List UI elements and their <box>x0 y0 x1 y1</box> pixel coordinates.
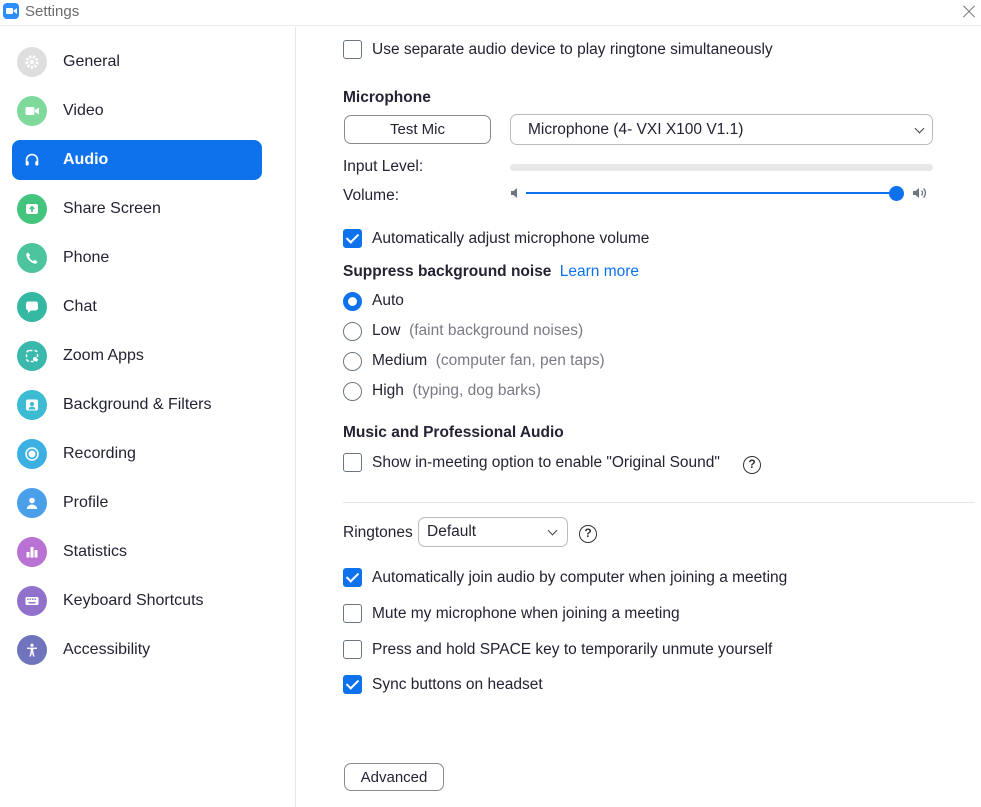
advanced-button[interactable]: Advanced <box>344 763 444 791</box>
background-icon <box>17 390 47 420</box>
volume-high-icon <box>912 186 932 200</box>
noise-medium-radio[interactable] <box>343 352 362 371</box>
microphone-device-value: Microphone (4- VXI X100 V1.1) <box>528 121 744 138</box>
sidebar-item-label: Profile <box>63 494 109 511</box>
chevron-down-icon <box>914 123 925 134</box>
sidebar-item-video[interactable]: Video <box>12 91 262 131</box>
auto-adjust-mic-label: Automatically adjust microphone volume <box>372 230 650 247</box>
sync-headset-checkbox[interactable] <box>343 675 362 694</box>
sidebar-item-accessibility[interactable]: Accessibility <box>12 630 262 670</box>
noise-low-hint: (faint background noises) <box>409 322 584 339</box>
zoom-app-icon <box>3 3 19 19</box>
noise-medium-hint: (computer fan, pen taps) <box>435 352 605 369</box>
input-level-label: Input Level: <box>343 158 424 175</box>
space-unmute-label: Press and hold SPACE key to temporarily … <box>372 641 773 658</box>
sidebar-item-recording[interactable]: Recording <box>12 434 262 474</box>
audio-settings-panel: Use separate audio device to play ringto… <box>297 27 981 807</box>
close-icon[interactable] <box>958 1 980 23</box>
help-icon[interactable]: ? <box>579 525 597 543</box>
sidebar-item-phone[interactable]: Phone <box>12 238 262 278</box>
divider <box>343 502 975 503</box>
sidebar-item-label: Phone <box>63 249 110 266</box>
noise-high-radio[interactable] <box>343 382 362 401</box>
sidebar-item-label: Share Screen <box>63 200 161 217</box>
sidebar-item-label: Background & Filters <box>63 396 212 413</box>
auto-join-audio-checkbox[interactable] <box>343 568 362 587</box>
sidebar-item-label: Recording <box>63 445 136 462</box>
separate-ringtone-checkbox[interactable] <box>343 40 362 59</box>
suppress-noise-title: Suppress background noise <box>343 263 552 280</box>
original-sound-label: Show in-meeting option to enable "Origin… <box>372 454 720 471</box>
noise-medium-label: Medium (computer fan, pen taps) <box>372 352 605 370</box>
sidebar-item-background-filters[interactable]: Background & Filters <box>12 385 262 425</box>
sidebar-item-label: Keyboard Shortcuts <box>63 592 204 609</box>
zoom-apps-icon <box>17 341 47 371</box>
ringtones-label: Ringtones <box>343 524 413 541</box>
sidebar-item-audio[interactable]: Audio <box>12 140 262 180</box>
auto-join-audio-label: Automatically join audio by computer whe… <box>372 569 788 586</box>
accessibility-icon <box>17 635 47 665</box>
profile-icon <box>17 488 47 518</box>
noise-medium-text: Medium <box>372 352 428 369</box>
chevron-down-icon <box>547 525 558 536</box>
noise-high-text: High <box>372 382 404 399</box>
suppress-noise-heading: Suppress background noise Learn more <box>343 263 639 281</box>
learn-more-link[interactable]: Learn more <box>560 263 639 280</box>
chat-icon <box>17 292 47 322</box>
input-level-meter <box>510 164 933 171</box>
sidebar-item-label: Statistics <box>63 543 128 560</box>
noise-high-label: High (typing, dog barks) <box>372 382 541 400</box>
microphone-heading: Microphone <box>343 89 431 106</box>
music-audio-heading: Music and Professional Audio <box>343 424 564 441</box>
volume-label: Volume: <box>343 187 400 204</box>
test-mic-button[interactable]: Test Mic <box>344 115 491 144</box>
sidebar-item-label: Zoom Apps <box>63 347 144 364</box>
gear-icon <box>17 47 47 77</box>
mute-on-join-checkbox[interactable] <box>343 604 362 623</box>
auto-adjust-mic-checkbox[interactable] <box>343 229 362 248</box>
sidebar-item-label: Accessibility <box>63 641 151 658</box>
share-screen-icon <box>17 194 47 224</box>
settings-sidebar: General Video Audio Share Screen Phone C… <box>0 27 296 807</box>
video-camera-icon <box>17 96 47 126</box>
volume-low-icon <box>509 186 523 200</box>
ringtones-select[interactable]: Default <box>418 517 568 547</box>
volume-slider-thumb[interactable] <box>889 186 904 201</box>
sidebar-item-label: Chat <box>63 298 97 315</box>
mute-on-join-label: Mute my microphone when joining a meetin… <box>372 605 680 622</box>
noise-auto-label: Auto <box>372 292 404 309</box>
sidebar-item-statistics[interactable]: Statistics <box>12 532 262 572</box>
ringtones-value: Default <box>427 523 477 540</box>
noise-low-text: Low <box>372 322 401 339</box>
window-title: Settings <box>25 3 80 20</box>
headphones-icon <box>17 145 47 175</box>
volume-slider-track[interactable] <box>526 192 898 194</box>
sidebar-item-label: Audio <box>63 151 109 168</box>
statistics-icon <box>17 537 47 567</box>
sidebar-item-share-screen[interactable]: Share Screen <box>12 189 262 229</box>
sidebar-item-keyboard-shortcuts[interactable]: Keyboard Shortcuts <box>12 581 262 621</box>
sync-headset-label: Sync buttons on headset <box>372 676 543 693</box>
noise-low-label: Low (faint background noises) <box>372 322 583 340</box>
original-sound-checkbox[interactable] <box>343 453 362 472</box>
sidebar-item-label: Video <box>63 102 104 119</box>
sidebar-item-label: General <box>63 53 120 70</box>
help-icon[interactable]: ? <box>743 456 761 474</box>
sidebar-item-profile[interactable]: Profile <box>12 483 262 523</box>
sidebar-item-general[interactable]: General <box>12 42 262 82</box>
separate-ringtone-label: Use separate audio device to play ringto… <box>372 41 773 58</box>
noise-low-radio[interactable] <box>343 322 362 341</box>
noise-high-hint: (typing, dog barks) <box>412 382 541 399</box>
keyboard-icon <box>17 586 47 616</box>
noise-auto-radio[interactable] <box>343 292 362 311</box>
microphone-device-select[interactable]: Microphone (4- VXI X100 V1.1) <box>510 114 933 145</box>
title-bar: Settings <box>0 0 981 26</box>
phone-icon <box>17 243 47 273</box>
sidebar-item-chat[interactable]: Chat <box>12 287 262 327</box>
sidebar-item-zoom-apps[interactable]: Zoom Apps <box>12 336 262 376</box>
space-unmute-checkbox[interactable] <box>343 640 362 659</box>
record-icon <box>17 439 47 469</box>
